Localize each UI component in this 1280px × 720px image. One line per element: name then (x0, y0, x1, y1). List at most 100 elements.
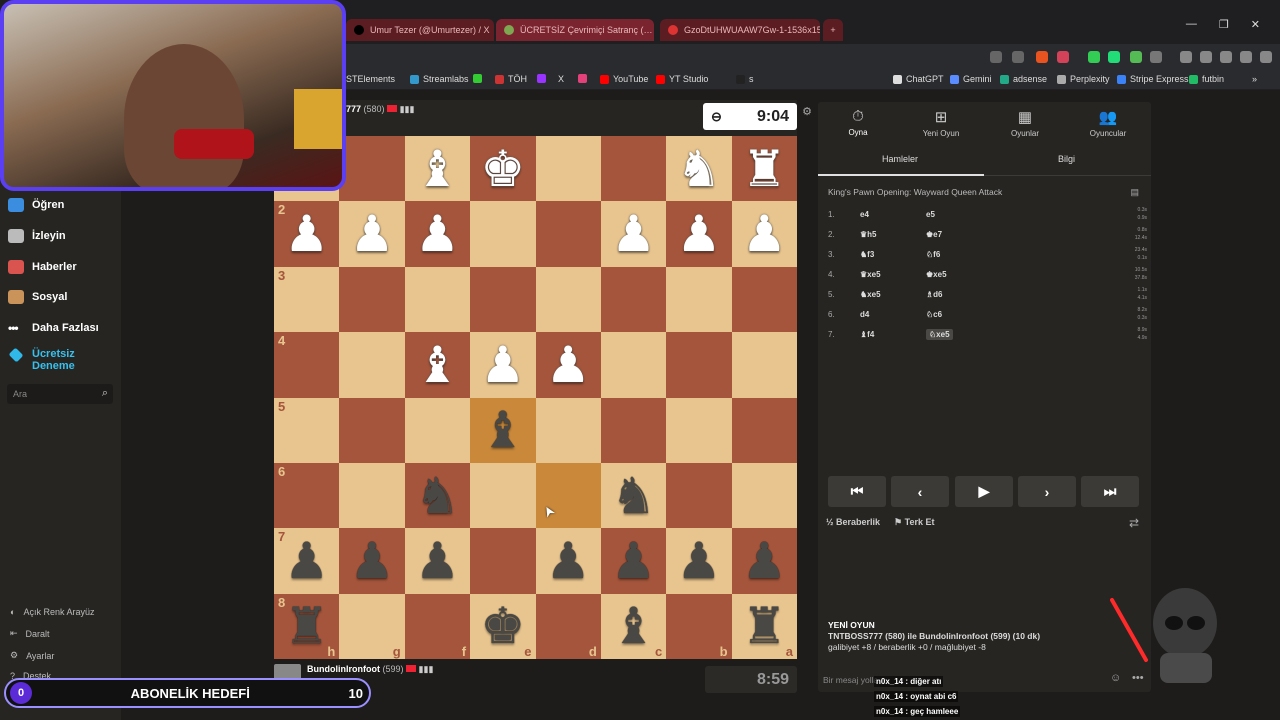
black-move[interactable]: ♘c6 (926, 310, 942, 319)
flip-board-icon[interactable]: ⇄ (1129, 516, 1139, 530)
bookmark[interactable] (578, 74, 587, 83)
resign-button[interactable]: ⚑ Terk Et (894, 517, 934, 528)
board-square[interactable] (339, 266, 405, 333)
board-square[interactable]: ♟ (666, 201, 732, 267)
black-pawn-piece[interactable]: ♟ (677, 536, 722, 586)
white-pawn-piece[interactable]: ♟ (480, 340, 525, 390)
board-square[interactable]: ♟ (535, 332, 601, 398)
white-king-piece[interactable]: ♚ (480, 144, 525, 194)
share-icon[interactable] (1012, 51, 1024, 63)
board-square[interactable]: ♞ (666, 136, 732, 202)
board-square[interactable] (666, 266, 732, 333)
top-player-name[interactable]: 777 (346, 104, 361, 114)
brave-icon[interactable] (1036, 51, 1048, 63)
board-square[interactable]: ♟ (470, 332, 536, 398)
tab-play[interactable]: ⏱ Oyna (818, 108, 898, 137)
white-move[interactable]: d4 (860, 310, 869, 319)
bookmark[interactable] (537, 74, 546, 83)
white-pawn-piece[interactable]: ♟ (742, 209, 787, 259)
board-square[interactable]: ♟ (339, 528, 405, 594)
book-icon[interactable]: ▤ (1130, 187, 1139, 198)
board-square[interactable]: f (404, 593, 471, 659)
board-square[interactable] (404, 266, 471, 333)
board-square[interactable]: 8 h ♜ (274, 593, 340, 659)
board-square[interactable]: 4 (274, 332, 340, 398)
white-pawn-piece[interactable]: ♟ (415, 209, 460, 259)
bookmark[interactable]: adsense (1000, 74, 1047, 84)
board-square[interactable] (535, 266, 601, 333)
black-bishop-piece[interactable]: ♝ (480, 405, 525, 455)
minimize-icon[interactable]: — (1186, 18, 1197, 31)
white-pawn-piece[interactable]: ♟ (677, 209, 722, 259)
board-square[interactable] (404, 397, 471, 463)
chat-input[interactable]: Bir mesaj yolla (823, 675, 878, 685)
black-move[interactable]: ♚xe5 (926, 270, 947, 279)
black-move[interactable]: ♘f6 (926, 250, 940, 259)
collapse-button[interactable]: ⇤ Daralt (10, 628, 50, 639)
board-square[interactable]: ♚ (470, 136, 536, 202)
board-square[interactable]: e ♚ (470, 593, 536, 659)
black-pawn-piece[interactable]: ♟ (611, 536, 656, 586)
white-move[interactable]: ♞xe5 (860, 290, 881, 299)
last-move-button[interactable]: ⏭ (1081, 476, 1139, 507)
black-rook-piece[interactable]: ♜ (742, 601, 787, 651)
tab-games[interactable]: ▦ Oyunlar (985, 108, 1065, 138)
board-square[interactable] (339, 332, 405, 398)
first-move-button[interactable]: ⏮ (828, 476, 886, 507)
bookmark[interactable]: Perplexity (1057, 74, 1110, 84)
white-move[interactable]: ♝f4 (860, 330, 874, 339)
close-window-icon[interactable]: ✕ (1251, 18, 1260, 31)
extension-icon[interactable] (1150, 51, 1162, 63)
menu-icon[interactable] (1260, 51, 1272, 63)
board-square[interactable] (470, 201, 536, 267)
board-square[interactable]: ♟ (600, 201, 667, 267)
board-square[interactable]: ♟ (535, 528, 601, 594)
tab-new-game[interactable]: ⊞ Yeni Oyun (901, 108, 981, 138)
extension-icon[interactable] (1108, 51, 1120, 63)
board-square[interactable] (470, 266, 536, 333)
play-button[interactable]: ▶ (955, 476, 1013, 507)
board-square[interactable]: ♟ (404, 528, 471, 594)
black-pawn-piece[interactable]: ♟ (350, 536, 395, 586)
black-knight-piece[interactable]: ♞ (611, 471, 656, 521)
white-pawn-piece[interactable]: ♟ (350, 209, 395, 259)
sidebar-item-watch[interactable]: İzleyin (8, 229, 66, 243)
sidebar-item-news[interactable]: Haberler (8, 260, 77, 274)
bookmark[interactable] (473, 74, 482, 83)
board-square[interactable]: ♟ (731, 528, 797, 594)
black-move[interactable]: ♗d6 (926, 290, 943, 299)
white-pawn-piece[interactable]: ♟ (546, 340, 591, 390)
black-pawn-piece[interactable]: ♟ (742, 536, 787, 586)
board-square[interactable] (600, 266, 667, 333)
board-square[interactable]: c ♝ (600, 593, 667, 659)
board-square[interactable] (666, 332, 732, 398)
bookmark[interactable]: Streamlabs (410, 74, 469, 84)
sidebar-item-more[interactable]: ••• Daha Fazlası (8, 321, 99, 335)
leo-icon[interactable] (1220, 51, 1232, 63)
board-square[interactable]: 7 ♟ (274, 528, 340, 594)
sidebar-item-free-trial[interactable]: Ücretsiz Deneme (8, 347, 82, 372)
bookmark[interactable]: futbin (1189, 74, 1224, 84)
board-square[interactable]: ♞ (600, 462, 667, 529)
theme-toggle[interactable]: ◐ Açık Renk Arayüz (10, 607, 94, 617)
sidebar-item-social[interactable]: Sosyal (8, 290, 67, 304)
black-move[interactable]: ♘xe5 (926, 329, 953, 340)
board-square[interactable] (731, 266, 797, 333)
search-input[interactable]: Ara ⌕ (7, 384, 113, 404)
board-square[interactable]: ♟ (731, 201, 797, 267)
chess-board[interactable]: 1♝♚♞♜2♟♟♟♟♟♟34♝♟♟5♝6♞♞7♟♟♟♟♟♟♟8h♜gfe♚dc♝… (274, 136, 797, 659)
rewards-icon[interactable] (1057, 51, 1069, 63)
white-bishop-piece[interactable]: ♝ (415, 340, 460, 390)
sidebar-item-learn[interactable]: Öğren (8, 198, 64, 212)
board-square[interactable]: ♟ (666, 528, 732, 594)
subtab-info[interactable]: Bilgi (1058, 154, 1075, 164)
board-square[interactable] (339, 462, 405, 529)
black-pawn-piece[interactable]: ♟ (415, 536, 460, 586)
board-square[interactable]: ♟ (404, 201, 471, 267)
maximize-icon[interactable]: ❐ (1219, 18, 1229, 31)
board-square[interactable] (731, 462, 797, 529)
board-square[interactable] (666, 462, 732, 529)
board-square[interactable]: b (666, 593, 732, 659)
white-move[interactable]: ♛xe5 (860, 270, 881, 279)
board-square[interactable]: ♝ (404, 332, 471, 398)
